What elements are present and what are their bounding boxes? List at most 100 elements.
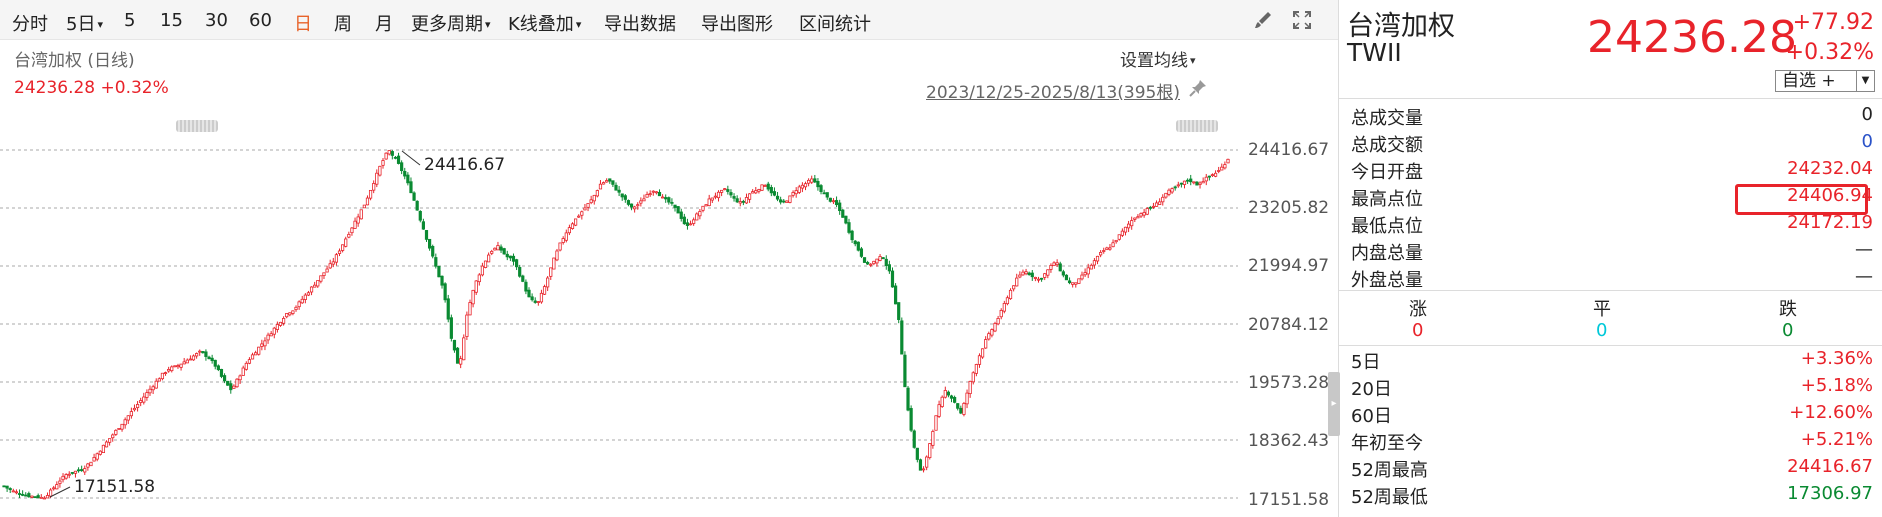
tab-intraday[interactable]: 分时 bbox=[12, 10, 48, 36]
candle-body bbox=[931, 431, 935, 446]
candle-body bbox=[514, 259, 519, 268]
candle-body bbox=[847, 222, 851, 233]
more-periods-dropdown[interactable]: 更多周期 ▾ bbox=[411, 10, 491, 36]
candle-body bbox=[167, 369, 171, 372]
pin-icon[interactable] bbox=[1188, 78, 1208, 98]
candle-body bbox=[1015, 277, 1019, 287]
candle-body bbox=[421, 221, 425, 230]
candle-body bbox=[216, 365, 220, 371]
candle-body bbox=[505, 253, 509, 258]
candle-body bbox=[396, 155, 401, 164]
stat-label: 总成交额 bbox=[1351, 135, 1423, 156]
candle-body bbox=[608, 178, 612, 182]
candle-body bbox=[980, 348, 985, 358]
export-chart-button[interactable]: 导出图形 bbox=[701, 10, 773, 36]
tab-30min[interactable]: 30 bbox=[205, 10, 228, 31]
stat-row: 总成交量 0 bbox=[1351, 104, 1873, 131]
candle-body bbox=[1173, 186, 1177, 189]
candle-body bbox=[36, 495, 40, 499]
candle-body bbox=[1108, 247, 1112, 250]
tab-monthly[interactable]: 月 bbox=[375, 10, 393, 36]
brush-icon[interactable] bbox=[1253, 10, 1273, 30]
chart-price-value: 24236.28 bbox=[14, 78, 96, 98]
tab-5day[interactable]: 5日 ▾ bbox=[66, 10, 103, 36]
tab-5min[interactable]: 5 bbox=[124, 10, 135, 31]
candle-body bbox=[502, 248, 506, 255]
candle-body bbox=[738, 201, 742, 204]
candle-body bbox=[148, 388, 152, 394]
candle-body bbox=[794, 190, 798, 195]
candle-body bbox=[446, 298, 450, 320]
candle-body bbox=[499, 246, 503, 251]
stat-row: 今日开盘 24232.04 bbox=[1351, 158, 1873, 185]
tab-15min[interactable]: 15 bbox=[160, 10, 183, 31]
candle-body bbox=[157, 378, 161, 382]
advances-count: 0 bbox=[1412, 320, 1424, 341]
candle-body bbox=[1120, 230, 1124, 236]
ma-setting-dropdown[interactable]: 设置均线 ▾ bbox=[1120, 46, 1196, 71]
tab-60min[interactable]: 60 bbox=[249, 10, 272, 31]
candle-body bbox=[1021, 271, 1025, 276]
candle-body bbox=[80, 469, 84, 472]
candle-body bbox=[1092, 260, 1097, 266]
candle-body bbox=[337, 250, 342, 254]
candle-body bbox=[1049, 265, 1053, 270]
return-row: 5日 +3.36% bbox=[1351, 348, 1873, 375]
return-label: 5日 bbox=[1351, 352, 1381, 373]
chevron-down-icon: ▾ bbox=[485, 18, 491, 31]
candle-body bbox=[390, 151, 394, 156]
stat-value: — bbox=[1855, 266, 1873, 287]
candle-body bbox=[24, 494, 28, 497]
index-code: TWII bbox=[1347, 38, 1402, 67]
candle-body bbox=[605, 180, 609, 183]
candle-body bbox=[341, 244, 345, 251]
candle-body bbox=[372, 183, 376, 191]
candle-body bbox=[313, 284, 317, 288]
candle-body bbox=[816, 181, 820, 188]
return-row: 52周最低 17306.97 bbox=[1351, 483, 1873, 510]
tab-weekly[interactable]: 周 bbox=[334, 10, 352, 36]
stat-label: 内盘总量 bbox=[1351, 243, 1423, 264]
chevron-down-icon[interactable]: ▼ bbox=[1856, 71, 1874, 91]
candle-body bbox=[810, 178, 814, 183]
candle-body bbox=[1210, 174, 1215, 177]
candle-body bbox=[331, 261, 335, 265]
candle-body bbox=[111, 434, 115, 439]
add-watchlist-button[interactable]: 自选 + ▼ bbox=[1775, 70, 1875, 92]
candle-body bbox=[1024, 271, 1028, 275]
chart-price: 24236.28 +0.32% bbox=[14, 78, 169, 98]
stat-value: 0 bbox=[1861, 131, 1873, 152]
candle-body bbox=[611, 180, 615, 185]
candle-body bbox=[195, 353, 199, 357]
candle-body bbox=[1099, 252, 1103, 256]
candle-body bbox=[577, 215, 581, 218]
candle-body bbox=[993, 323, 997, 332]
candle-body bbox=[797, 186, 801, 193]
candle-body bbox=[278, 321, 283, 326]
date-range-link[interactable]: 2023/12/25-2025/8/13(395根) bbox=[926, 78, 1180, 103]
candle-body bbox=[468, 302, 472, 316]
candle-body bbox=[682, 216, 686, 225]
candle-body bbox=[67, 473, 71, 476]
candle-body bbox=[580, 211, 584, 216]
candle-body bbox=[33, 496, 37, 499]
stat-row: 内盘总量 — bbox=[1351, 239, 1873, 266]
candle-body bbox=[592, 194, 596, 202]
tab-daily[interactable]: 日 bbox=[294, 10, 312, 36]
candle-body bbox=[179, 363, 183, 368]
candle-body bbox=[319, 275, 323, 282]
candle-body bbox=[1102, 250, 1106, 252]
candlestick-chart[interactable]: 24416.67 17151.58 bbox=[0, 120, 1240, 517]
fullscreen-icon[interactable] bbox=[1292, 10, 1312, 30]
candle-body bbox=[595, 190, 599, 197]
kline-overlay-dropdown[interactable]: K线叠加 ▾ bbox=[508, 10, 581, 36]
candle-body bbox=[226, 380, 230, 386]
candle-body bbox=[552, 257, 556, 270]
candle-body bbox=[763, 185, 767, 187]
candle-body bbox=[546, 277, 550, 288]
candle-body bbox=[1148, 207, 1152, 209]
export-data-button[interactable]: 导出数据 bbox=[604, 10, 676, 36]
candle-body bbox=[104, 441, 109, 448]
range-stats-button[interactable]: 区间统计 bbox=[799, 10, 871, 36]
candle-body bbox=[1123, 226, 1128, 233]
